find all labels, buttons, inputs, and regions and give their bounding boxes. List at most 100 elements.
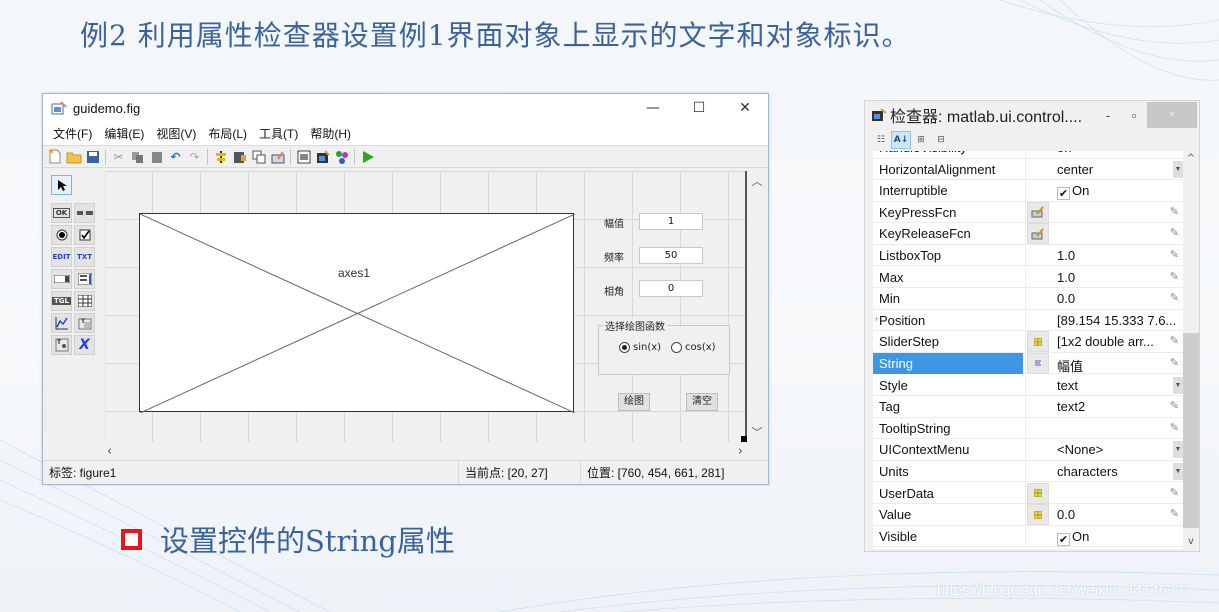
callback-editor-icon[interactable]: [1027, 223, 1049, 245]
frequency-label[interactable]: 频率: [604, 249, 624, 264]
inspector-minimize-button[interactable]: -: [1095, 108, 1121, 123]
scroll-right-icon[interactable]: ›: [738, 444, 743, 459]
pencil-edit-icon[interactable]: ✎: [1170, 205, 1179, 218]
scroll-up-icon[interactable]: ^: [1183, 153, 1199, 164]
layout-canvas[interactable]: axes1 幅值 1 频率 50 相角 0 选择绘图函数 sin(x) cos(…: [105, 171, 747, 442]
property-row-keypressfcn[interactable]: KeyPressFcn ✎: [873, 201, 1183, 224]
pencil-edit-icon[interactable]: ✎: [1170, 421, 1179, 434]
property-value[interactable]: text2: [1057, 399, 1085, 414]
property-value[interactable]: characters: [1057, 464, 1118, 479]
phase-input[interactable]: 0: [639, 280, 703, 297]
phase-label[interactable]: 相角: [604, 283, 624, 298]
minimize-button[interactable]: —: [630, 94, 676, 122]
frequency-input[interactable]: 50: [639, 247, 703, 264]
select-arrow-icon[interactable]: [51, 175, 72, 195]
inspector-scrollbar[interactable]: ^ v: [1183, 151, 1199, 549]
copy-icon[interactable]: [128, 148, 147, 166]
property-value[interactable]: [1x2 double arr...: [1057, 334, 1154, 349]
property-row-style[interactable]: Style text ▼: [873, 374, 1183, 397]
property-value[interactable]: 0.0: [1057, 507, 1075, 522]
dropdown-arrow-icon[interactable]: ▼: [1173, 160, 1183, 178]
property-row-value[interactable]: Value 0.0 ✎: [873, 504, 1183, 526]
axes1[interactable]: axes1: [139, 213, 575, 413]
property-row-position[interactable]: + Position [89.154 15.333 7.6...: [873, 309, 1183, 332]
amplitude-input[interactable]: 1: [639, 213, 703, 230]
property-row-userdata[interactable]: UserData ✎: [873, 482, 1183, 505]
plot-button[interactable]: 绘图: [618, 393, 650, 411]
table-icon[interactable]: [74, 291, 95, 311]
array-editor-icon[interactable]: [1027, 331, 1049, 353]
toggle-button-icon[interactable]: TGL: [51, 291, 72, 311]
radio-button-icon[interactable]: [51, 225, 72, 245]
popup-menu-icon[interactable]: [51, 269, 72, 289]
property-row-tooltipstring[interactable]: TooltipString ✎: [873, 417, 1183, 440]
scroll-left-icon[interactable]: ‹: [107, 444, 112, 459]
listbox-icon[interactable]: [74, 269, 95, 289]
button-group-icon[interactable]: T: [51, 335, 72, 355]
dropdown-arrow-icon[interactable]: ▼: [1173, 462, 1183, 480]
menu-help[interactable]: 帮助(H): [304, 125, 357, 142]
property-value[interactable]: ✔ On: [1057, 529, 1089, 546]
property-value[interactable]: text: [1057, 378, 1078, 393]
new-file-icon[interactable]: [45, 148, 64, 166]
pencil-edit-icon[interactable]: ✎: [1170, 248, 1179, 261]
menu-layout[interactable]: 布局(L): [202, 125, 253, 142]
open-folder-icon[interactable]: [64, 148, 83, 166]
property-row-horizontalalignment[interactable]: HorizontalAlignment center ▼: [873, 158, 1183, 181]
edit-text-icon[interactable]: EDIT: [51, 247, 72, 267]
property-row-min[interactable]: Min 0.0 ✎: [873, 288, 1183, 310]
pencil-edit-icon[interactable]: ✎: [1170, 226, 1179, 239]
axes-icon[interactable]: [51, 313, 72, 333]
pencil-edit-icon[interactable]: ✎: [1170, 334, 1179, 347]
clear-button[interactable]: 清空: [686, 393, 718, 411]
inspector-close-button[interactable]: ×: [1147, 102, 1197, 128]
panel-icon[interactable]: T: [74, 313, 95, 333]
pencil-edit-icon[interactable]: ✎: [1170, 486, 1179, 499]
property-value[interactable]: 幅值: [1057, 356, 1083, 375]
collapse-all-icon[interactable]: ⊟: [931, 131, 951, 149]
categorized-icon[interactable]: ☷: [871, 131, 891, 149]
menu-tools[interactable]: 工具(T): [253, 125, 304, 142]
cut-icon[interactable]: ✂: [109, 148, 128, 166]
editor-icon[interactable]: [294, 148, 313, 166]
radio-cos[interactable]: cos(x): [671, 342, 716, 353]
property-inspector-icon[interactable]: [313, 148, 332, 166]
amplitude-label[interactable]: 幅值: [604, 215, 624, 230]
property-row-keyreleasefcn[interactable]: KeyReleaseFcn ✎: [873, 223, 1183, 245]
pencil-edit-icon[interactable]: ✎: [1170, 291, 1179, 304]
slider-icon[interactable]: [74, 203, 95, 223]
property-row-partial[interactable]: HandleVisibility on: [873, 151, 1183, 159]
pencil-edit-icon[interactable]: ✎: [1170, 399, 1179, 412]
redo-icon[interactable]: ↷: [185, 148, 204, 166]
vertical-scrollbar[interactable]: ︿ ﹀: [746, 171, 768, 442]
menu-file[interactable]: 文件(F): [47, 125, 98, 142]
dropdown-arrow-icon[interactable]: ▼: [1173, 441, 1183, 459]
tab-order-icon[interactable]: [249, 148, 268, 166]
expand-all-icon[interactable]: ⊞: [911, 131, 931, 149]
menu-edit[interactable]: 编辑(E): [98, 125, 150, 142]
property-value[interactable]: 0.0: [1057, 291, 1075, 306]
checkbox[interactable]: ✔: [1057, 532, 1070, 546]
property-row-max[interactable]: Max 1.0 ✎: [873, 266, 1183, 289]
object-browser-icon[interactable]: [332, 148, 351, 166]
dropdown-arrow-icon[interactable]: ▼: [1173, 376, 1183, 394]
pencil-edit-icon[interactable]: ✎: [1170, 356, 1179, 369]
array-editor-icon[interactable]: [1027, 482, 1049, 504]
property-row-listboxtop[interactable]: ListboxTop 1.0 ✎: [873, 244, 1183, 267]
save-icon[interactable]: [83, 148, 102, 166]
maximize-button[interactable]: ☐: [676, 94, 722, 122]
inspector-maximize-button[interactable]: ▫: [1121, 108, 1147, 123]
menu-editor-icon[interactable]: [230, 148, 249, 166]
property-value[interactable]: 1.0: [1057, 270, 1075, 285]
text-editor-icon[interactable]: [1027, 352, 1049, 374]
property-value[interactable]: [89.154 15.333 7.6...: [1057, 313, 1176, 328]
sort-alpha-icon[interactable]: A↓: [891, 131, 911, 149]
run-icon[interactable]: [358, 148, 377, 166]
horizontal-scrollbar[interactable]: ‹ ›: [105, 442, 747, 460]
property-row-string[interactable]: String 幅值 ✎: [873, 352, 1183, 375]
property-row-uicontextmenu[interactable]: UIContextMenu <None> ▼: [873, 439, 1183, 461]
property-row-interruptible[interactable]: Interruptible ✔ On: [873, 180, 1183, 202]
static-text-icon[interactable]: TXT: [74, 247, 95, 267]
radio-sin[interactable]: sin(x): [619, 342, 661, 353]
array-editor-icon[interactable]: [1027, 504, 1049, 526]
